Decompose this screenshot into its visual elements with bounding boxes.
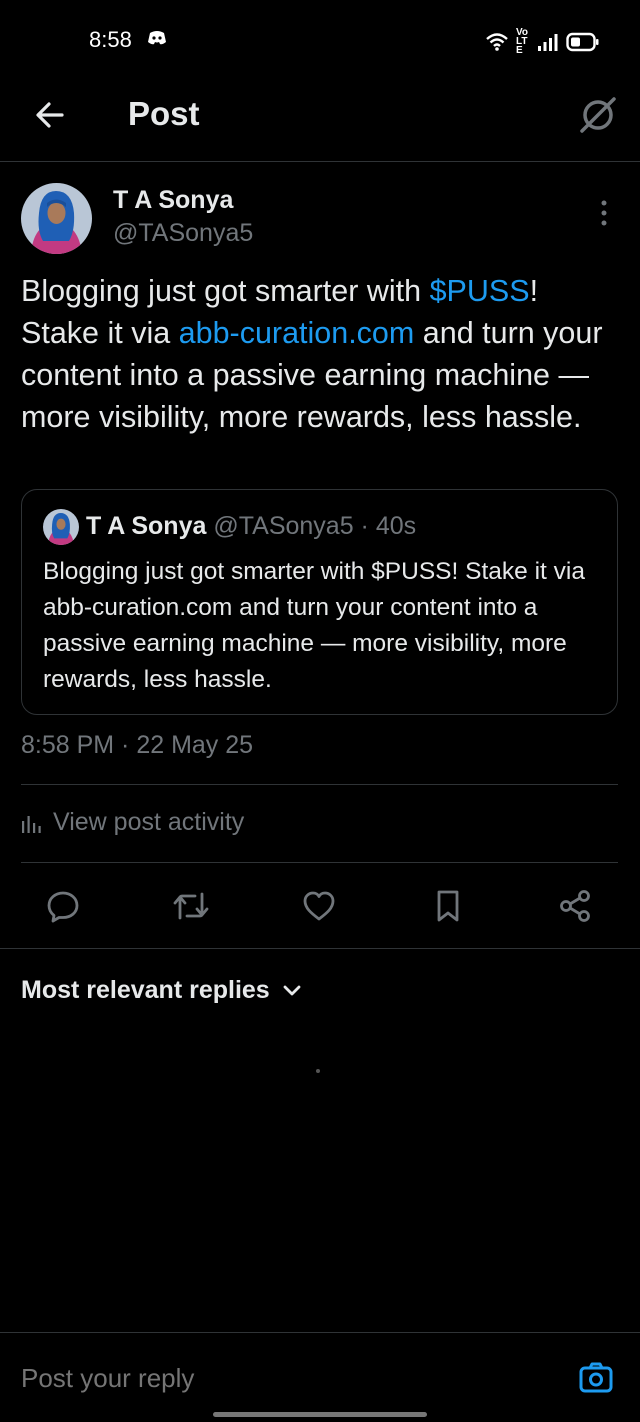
analytics-icon (21, 813, 43, 833)
top-app-bar: Post (0, 80, 640, 162)
grok-icon[interactable] (578, 95, 618, 135)
like-icon[interactable] (299, 886, 339, 926)
reply-input[interactable] (21, 1363, 521, 1394)
page-title: Post (128, 95, 200, 132)
status-bar: 8:58 Vo LTE (0, 0, 640, 80)
quoted-author-name: T A Sonya (86, 512, 207, 540)
reply-composer-bar (0, 1332, 640, 1422)
divider (21, 784, 618, 785)
camera-icon[interactable] (578, 1361, 614, 1395)
cashtag-link[interactable]: $PUSS (430, 274, 530, 308)
home-indicator[interactable] (213, 1412, 427, 1417)
quoted-post-header: T A Sonya @TASonya5 · 40s (86, 512, 416, 541)
back-arrow-icon[interactable] (32, 97, 68, 133)
share-icon[interactable] (555, 886, 595, 926)
author-name[interactable]: T A Sonya (113, 186, 233, 215)
quoted-post-meta: @TASonya5 · 40s (213, 512, 417, 540)
status-time: 8:58 (89, 27, 132, 52)
post-text-segment: Blogging just got smarter with (21, 274, 430, 308)
volte-text: Vo LTE (516, 27, 529, 56)
volte-icon: Vo LTE (516, 27, 530, 56)
divider (21, 862, 618, 863)
repost-icon[interactable] (171, 886, 211, 926)
quoted-author-avatar (43, 509, 79, 545)
reply-sort-dropdown[interactable]: Most relevant replies (21, 976, 302, 1005)
post-actions-bar (0, 886, 640, 930)
quoted-post-card[interactable]: T A Sonya @TASonya5 · 40s Blogging just … (21, 489, 618, 715)
url-link[interactable]: abb-curation.com (179, 316, 415, 350)
chevron-down-icon (282, 984, 302, 998)
post-timestamp: 8:58 PM · 22 May 25 (21, 731, 254, 759)
discord-icon (147, 30, 167, 46)
author-avatar[interactable] (21, 183, 92, 254)
view-post-activity-button[interactable]: View post activity (21, 808, 244, 837)
author-handle[interactable]: @TASonya5 (113, 219, 253, 248)
reply-sort-label: Most relevant replies (21, 976, 270, 1004)
post-text: Blogging just got smarter with $PUSS! St… (21, 270, 621, 438)
view-post-activity-label: View post activity (53, 808, 245, 836)
battery-icon (566, 32, 600, 52)
divider (0, 948, 640, 949)
loading-indicator (316, 1069, 320, 1073)
quoted-post-text: Blogging just got smarter with $PUSS! St… (43, 558, 585, 693)
more-options-icon[interactable] (596, 198, 612, 228)
wifi-icon (485, 32, 509, 52)
signal-icon (537, 33, 559, 51)
reply-icon[interactable] (43, 886, 83, 926)
bookmark-icon[interactable] (428, 886, 468, 926)
